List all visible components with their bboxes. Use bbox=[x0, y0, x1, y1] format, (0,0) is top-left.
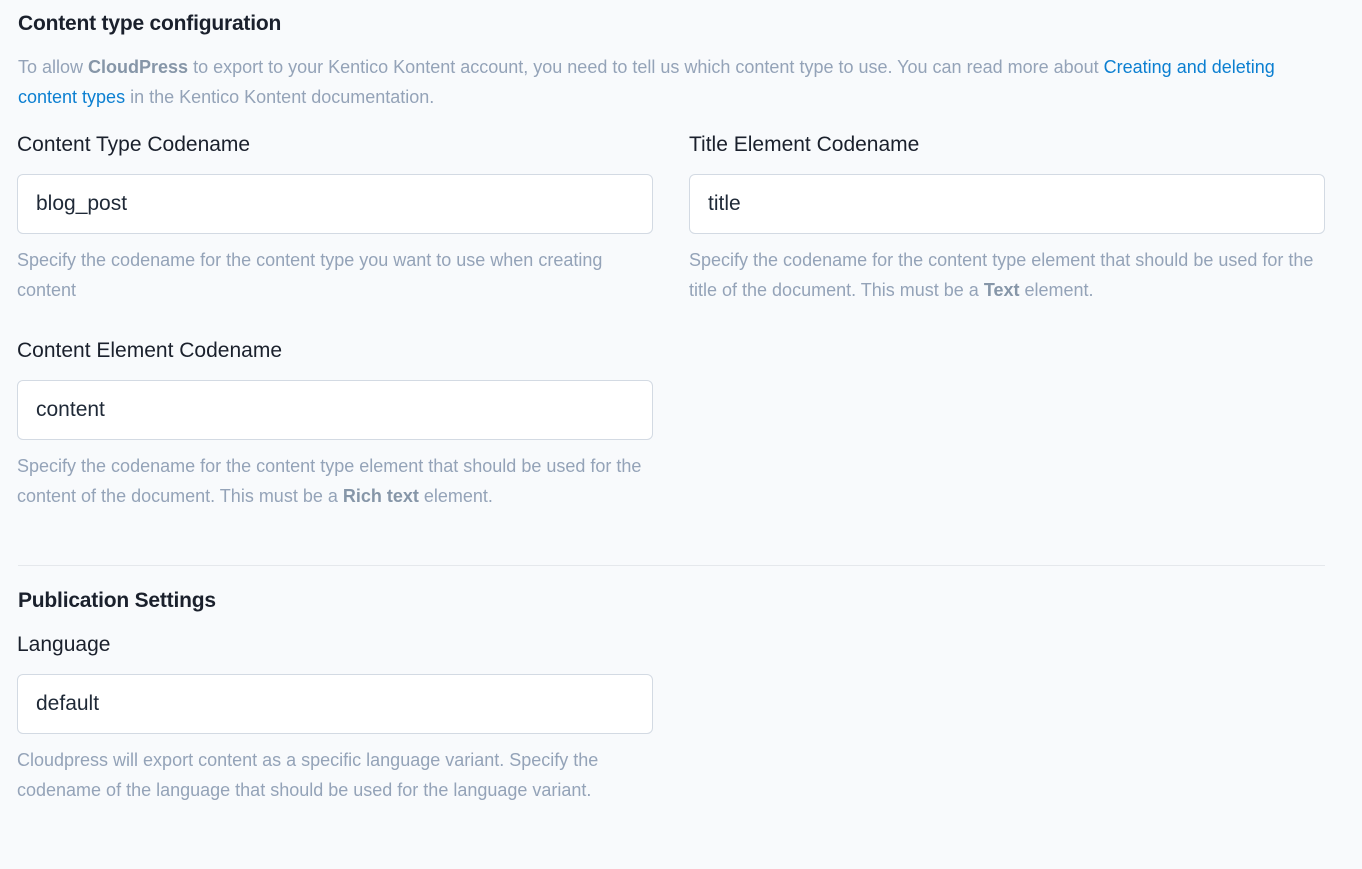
language-field: Language Cloudpress will export content … bbox=[17, 632, 653, 805]
help-text-suffix: element. bbox=[1019, 280, 1094, 300]
section-divider bbox=[18, 565, 1325, 566]
content-element-codename-input[interactable] bbox=[17, 380, 653, 440]
title-element-codename-input[interactable] bbox=[689, 174, 1325, 234]
title-element-codename-label: Title Element Codename bbox=[689, 133, 920, 156]
language-label: Language bbox=[17, 633, 111, 656]
settings-page: Content type configuration To allow Clou… bbox=[0, 0, 1362, 869]
content-type-codename-field: Content Type Codename Specify the codena… bbox=[17, 132, 653, 305]
help-element-type: Rich text bbox=[342, 486, 419, 506]
description-middle: to export to your Kentico Kontent accoun… bbox=[188, 57, 1104, 77]
title-element-codename-help: Specify the codename for the content typ… bbox=[689, 245, 1325, 305]
section-title-content-type: Content type configuration bbox=[18, 12, 282, 35]
title-element-codename-field: Title Element Codename Specify the coden… bbox=[689, 132, 1325, 305]
content-element-codename-label: Content Element Codename bbox=[17, 339, 282, 362]
help-text: Specify the codename for the content typ… bbox=[17, 456, 642, 506]
content-element-codename-help: Specify the codename for the content typ… bbox=[17, 451, 653, 511]
section-description: To allow CloudPress to export to your Ke… bbox=[18, 52, 1328, 112]
content-type-codename-help: Specify the codename for the content typ… bbox=[17, 250, 603, 300]
help-element-type: Text bbox=[983, 280, 1020, 300]
section-title-publication-settings: Publication Settings bbox=[18, 589, 216, 612]
language-help: Cloudpress will export content as a spec… bbox=[17, 750, 599, 800]
language-input[interactable] bbox=[17, 674, 653, 734]
description-prefix: To allow bbox=[18, 57, 89, 77]
help-text-suffix: element. bbox=[418, 486, 493, 506]
content-element-codename-field: Content Element Codename Specify the cod… bbox=[17, 338, 653, 511]
description-suffix: in the Kentico Kontent documentation. bbox=[125, 87, 435, 107]
content-type-codename-input[interactable] bbox=[17, 174, 653, 234]
content-type-codename-label: Content Type Codename bbox=[17, 133, 251, 156]
brand-name: CloudPress bbox=[88, 57, 189, 77]
